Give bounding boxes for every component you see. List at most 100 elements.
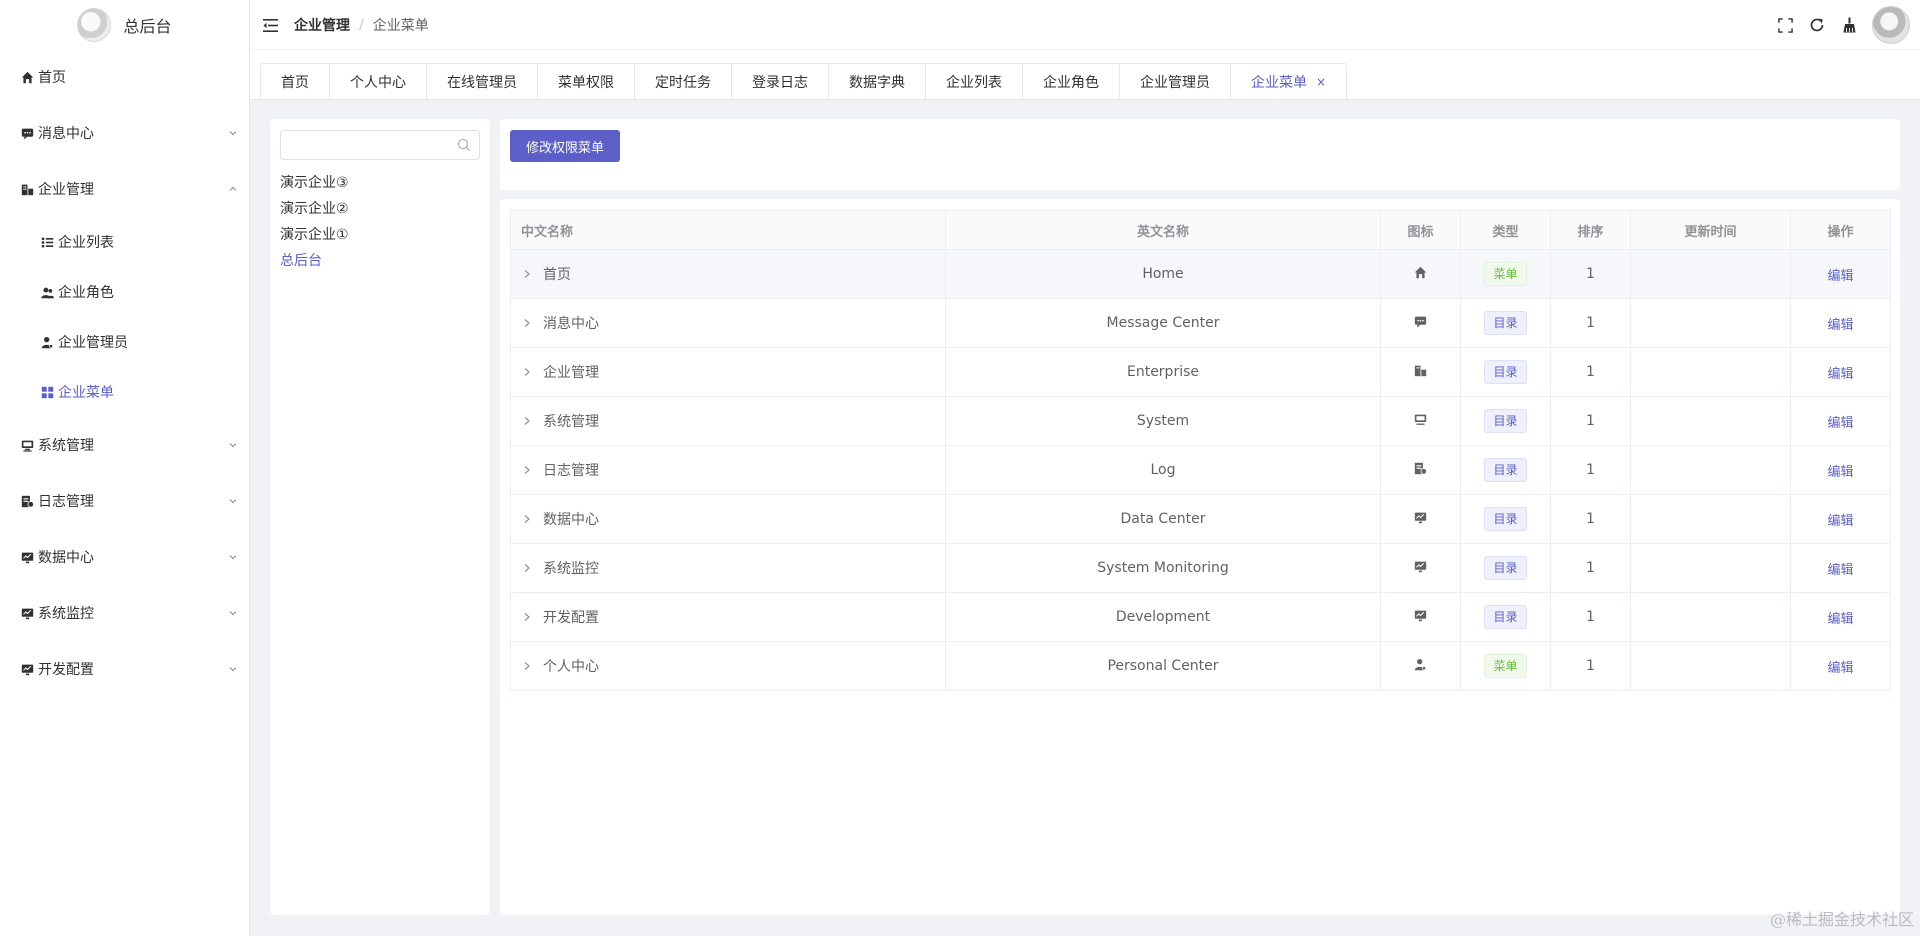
sidebar-item-data-center[interactable]: 数据中心 [0, 539, 250, 575]
column-header: 排序 [1550, 210, 1631, 250]
table-row[interactable]: 消息中心 Message Center 目录 1 编辑 [510, 298, 1891, 348]
type-tag: 目录 [1484, 311, 1527, 335]
close-icon[interactable]: × [1316, 75, 1326, 89]
table-row[interactable]: 日志管理 Log 目录 1 编辑 [510, 445, 1891, 495]
sidebar-item-enterprise-menu[interactable]: 企业菜单 [0, 374, 250, 410]
menu-cn-name: 系统管理 [543, 414, 599, 430]
tab-enterprise-role[interactable]: 企业角色 [1023, 64, 1120, 100]
sidebar-item-home[interactable]: 首页 [0, 59, 250, 95]
table-row[interactable]: 系统监控 System Monitoring 目录 1 编辑 [510, 543, 1891, 593]
cell-type: 目录 [1460, 298, 1551, 348]
cell-type: 目录 [1460, 592, 1551, 642]
tree-node[interactable]: 演示企业② [280, 196, 349, 222]
cell-type: 目录 [1460, 494, 1551, 544]
sidebar-item-system-monitoring[interactable]: 系统监控 [0, 595, 250, 631]
table-row[interactable]: 首页 Home 菜单 1 编辑 [510, 249, 1891, 299]
tab-enterprise-list[interactable]: 企业列表 [926, 64, 1023, 100]
refresh-icon[interactable] [1808, 16, 1826, 34]
fullscreen-icon[interactable] [1776, 16, 1794, 34]
table-row[interactable]: 数据中心 Data Center 目录 1 编辑 [510, 494, 1891, 544]
tab-data-dictionary[interactable]: 数据字典 [829, 64, 926, 100]
edit-link[interactable]: 编辑 [1827, 465, 1853, 480]
system-icon [20, 438, 34, 452]
chevron-right-icon[interactable] [523, 513, 535, 527]
tree-node[interactable]: 演示企业③ [280, 170, 349, 196]
logo-image [77, 8, 112, 42]
broom-icon[interactable] [1840, 16, 1858, 34]
tree-search-input[interactable] [281, 131, 451, 159]
cell-cn-name: 消息中心 [510, 298, 946, 348]
grid-icon [40, 385, 54, 399]
avatar[interactable] [1872, 6, 1910, 44]
table-row[interactable]: 个人中心 Personal Center 菜单 1 编辑 [510, 641, 1891, 691]
top-header: 企业管理 / 企业菜单 [250, 0, 1920, 50]
monitor-icon [1414, 510, 1428, 524]
menu-en-name: Personal Center [945, 641, 1381, 691]
tree-node-selected[interactable]: 总后台 [280, 248, 349, 274]
system-icon [1414, 412, 1428, 426]
edit-permission-menu-button[interactable]: 修改权限菜单 [510, 130, 621, 162]
edit-link[interactable]: 编辑 [1827, 318, 1853, 333]
monitor-icon [1414, 608, 1428, 622]
tree-search-box [280, 130, 480, 160]
chevron-right-icon[interactable] [523, 464, 535, 478]
logo[interactable]: 总后台 [0, 0, 249, 50]
tab-enterprise-admin[interactable]: 企业管理员 [1120, 64, 1231, 100]
chevron-right-icon[interactable] [523, 366, 535, 380]
sidebar-item-message-center[interactable]: 消息中心 [0, 115, 250, 151]
menu-sort: 1 [1550, 298, 1631, 348]
tab-online-admins[interactable]: 在线管理员 [427, 64, 538, 100]
edit-link[interactable]: 编辑 [1827, 612, 1853, 627]
edit-link[interactable]: 编辑 [1827, 661, 1853, 676]
tab-login-log[interactable]: 登录日志 [732, 64, 829, 100]
menu-updated-time [1630, 396, 1791, 446]
cell-type: 目录 [1460, 396, 1551, 446]
cell-action: 编辑 [1790, 543, 1891, 593]
sidebar-item-label: 企业管理员 [58, 335, 128, 351]
tab-enterprise-menu[interactable]: 企业菜单 × [1231, 64, 1346, 100]
chevron-right-icon[interactable] [523, 660, 535, 674]
admin-icon [40, 335, 54, 349]
table-row[interactable]: 开发配置 Development 目录 1 编辑 [510, 592, 1891, 642]
cell-type: 菜单 [1460, 641, 1551, 691]
sidebar-item-enterprise-list[interactable]: 企业列表 [0, 224, 250, 260]
sidebar-item-system[interactable]: 系统管理 [0, 427, 250, 463]
chevron-right-icon[interactable] [523, 415, 535, 429]
table-row[interactable]: 系统管理 System 目录 1 编辑 [510, 396, 1891, 446]
edit-link[interactable]: 编辑 [1827, 514, 1853, 529]
breadcrumb-parent[interactable]: 企业管理 [294, 15, 350, 35]
cell-icon [1380, 298, 1461, 348]
sidebar-item-label: 日志管理 [38, 494, 94, 510]
tab-list: 首页 个人中心 在线管理员 菜单权限 定时任务 登录日志 数据字典 企业列表 企… [260, 63, 1348, 100]
chevron-right-icon[interactable] [523, 317, 535, 331]
role-icon [40, 285, 54, 299]
table-row[interactable]: 企业管理 Enterprise 目录 1 编辑 [510, 347, 1891, 397]
search-icon[interactable] [457, 138, 471, 152]
edit-link[interactable]: 编辑 [1827, 269, 1853, 284]
edit-link[interactable]: 编辑 [1827, 367, 1853, 382]
enterprise-tree: 演示企业③ 演示企业② 演示企业① 总后台 [280, 170, 349, 274]
sidebar-item-log[interactable]: 日志管理 [0, 483, 250, 519]
message-icon [20, 126, 34, 140]
menu-fold-icon[interactable] [262, 17, 278, 33]
log-icon [20, 494, 34, 508]
type-tag: 目录 [1484, 458, 1527, 482]
type-tag: 目录 [1484, 556, 1527, 580]
tab-home[interactable]: 首页 [261, 64, 330, 100]
sidebar-item-development[interactable]: 开发配置 [0, 651, 250, 687]
tab-menu-permissions[interactable]: 菜单权限 [538, 64, 635, 100]
tab-personal-center[interactable]: 个人中心 [330, 64, 427, 100]
sidebar-item-enterprise[interactable]: 企业管理 [0, 171, 250, 207]
edit-link[interactable]: 编辑 [1827, 563, 1853, 578]
chevron-right-icon[interactable] [523, 611, 535, 625]
menu-en-name: Home [945, 249, 1381, 299]
app-title: 总后台 [123, 17, 172, 36]
sidebar-item-enterprise-admin[interactable]: 企业管理员 [0, 324, 250, 360]
edit-link[interactable]: 编辑 [1827, 416, 1853, 431]
tab-scheduled-tasks[interactable]: 定时任务 [635, 64, 732, 100]
chevron-right-icon[interactable] [523, 268, 535, 282]
chevron-right-icon[interactable] [523, 562, 535, 576]
cell-icon [1380, 249, 1461, 299]
tree-node[interactable]: 演示企业① [280, 222, 349, 248]
sidebar-item-enterprise-role[interactable]: 企业角色 [0, 274, 250, 310]
